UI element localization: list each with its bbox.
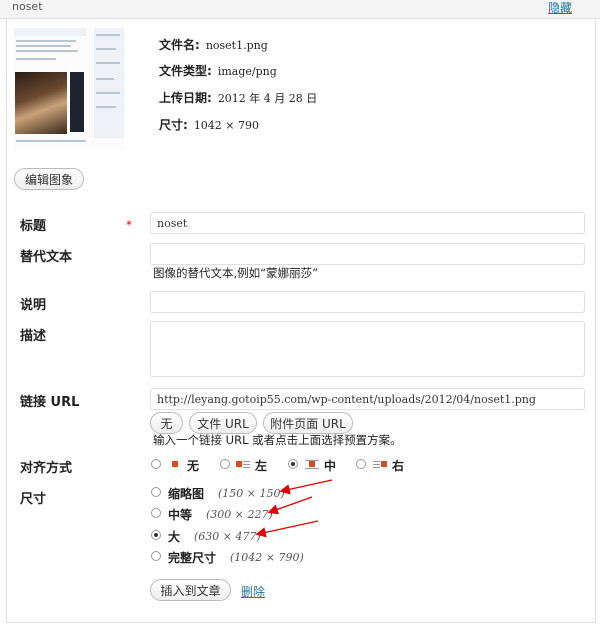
size-label: 尺寸	[20, 492, 47, 507]
size-full-radio[interactable]	[151, 551, 161, 561]
align-center-radio[interactable]	[288, 459, 298, 469]
size-thumbnail-radio[interactable]	[151, 487, 161, 497]
dimensions-row: 尺寸: 1042 × 790	[159, 116, 259, 133]
size-large-label: 大	[168, 530, 181, 544]
alt-text-hint: 图像的替代文本,例如“蒙娜丽莎”	[153, 266, 319, 280]
file-name-label: 文件名:	[159, 38, 200, 52]
size-large-dims: (630 × 477)	[194, 530, 261, 543]
alt-text-input[interactable]	[150, 243, 585, 265]
align-center-label: 中	[324, 459, 337, 473]
align-right-label: 右	[392, 459, 405, 473]
alt-text-label: 替代文本	[20, 250, 73, 265]
align-none-radio[interactable]	[151, 459, 161, 469]
align-right-icon	[373, 459, 387, 469]
delete-link[interactable]: 删除	[241, 583, 265, 600]
insert-into-post-button[interactable]: 插入到文章	[150, 579, 231, 601]
item-header: noset 隐藏	[0, 0, 600, 19]
size-full-dims: (1042 × 790)	[230, 551, 304, 564]
link-attachment-page-button[interactable]: 附件页面 URL	[263, 412, 353, 434]
link-none-button[interactable]: 无	[150, 412, 183, 434]
hide-link[interactable]: 隐藏	[548, 0, 572, 16]
dimensions-label: 尺寸:	[159, 118, 188, 132]
size-medium-dims: (300 × 227)	[206, 508, 273, 521]
align-right-radio[interactable]	[356, 459, 366, 469]
align-center-icon	[305, 459, 319, 469]
link-file-url-button[interactable]: 文件 URL	[189, 412, 257, 434]
alignment-label: 对齐方式	[20, 461, 73, 476]
thumbnail-photo	[15, 72, 67, 134]
file-type-label: 文件类型:	[159, 64, 212, 78]
file-name-row: 文件名: noset1.png	[159, 36, 268, 53]
description-textarea[interactable]	[150, 321, 585, 377]
align-left-label: 左	[255, 459, 268, 473]
upload-date-row: 上传日期: 2012 年 4 月 28 日	[159, 89, 317, 106]
size-medium-radio[interactable]	[151, 508, 161, 518]
required-mark: *	[126, 218, 132, 232]
filename-title: noset	[12, 0, 43, 13]
link-url-label: 链接 URL	[20, 395, 80, 410]
upload-date-value: 2012 年 4 月 28 日	[217, 92, 318, 105]
edit-image-button[interactable]: 编辑图象	[14, 168, 84, 190]
title-label: 标题	[20, 219, 47, 234]
align-left-icon	[236, 459, 250, 469]
align-none-label: 无	[187, 459, 200, 473]
align-none-icon	[168, 459, 182, 469]
image-thumbnail	[14, 28, 125, 150]
size-thumbnail-dims: (150 × 150)	[218, 487, 285, 500]
align-left-radio[interactable]	[220, 459, 230, 469]
size-full-label: 完整尺寸	[168, 551, 217, 565]
dimensions-value: 1042 × 790	[193, 119, 260, 132]
file-name-value: noset1.png	[205, 39, 268, 52]
file-type-value: image/png	[217, 65, 277, 78]
title-input[interactable]	[150, 212, 585, 234]
caption-input[interactable]	[150, 291, 585, 313]
link-url-hint: 输入一个链接 URL 或者点击上面选择预置方案。	[153, 433, 402, 447]
size-medium-label: 中等	[168, 508, 193, 522]
size-thumbnail-label: 缩略图	[168, 487, 205, 501]
file-type-row: 文件类型: image/png	[159, 62, 277, 79]
link-url-input[interactable]	[150, 388, 585, 410]
size-large-radio[interactable]	[151, 530, 161, 540]
caption-label: 说明	[20, 298, 47, 313]
description-label: 描述	[20, 329, 47, 344]
upload-date-label: 上传日期:	[159, 91, 212, 105]
